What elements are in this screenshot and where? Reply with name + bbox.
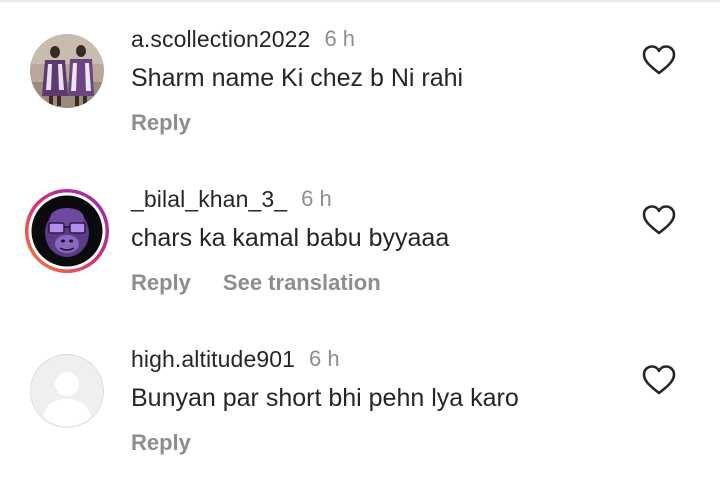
comment-time: 6 h xyxy=(324,26,356,51)
avatar[interactable] xyxy=(30,34,104,108)
heart-outline-icon[interactable] xyxy=(642,204,676,236)
comment-time: 6 h xyxy=(309,346,340,371)
reply-button[interactable]: Reply xyxy=(131,110,191,136)
comment-actions: Reply xyxy=(131,430,223,456)
comment-username[interactable]: high.altitude901 xyxy=(131,346,295,373)
comment-item: high.altitude901 6 h Bunyan par short bh… xyxy=(0,320,720,480)
comment-actions: Reply See translation xyxy=(131,270,413,296)
gorilla-avatar-icon xyxy=(25,189,109,273)
comment-header: high.altitude901 6 h xyxy=(131,344,340,374)
comment-text: Bunyan par short bhi pehn lya karo xyxy=(131,384,519,412)
reply-button[interactable]: Reply xyxy=(131,270,191,296)
comment-text: Sharm name Ki chez b Ni rahi xyxy=(131,64,464,92)
photo-avatar-icon xyxy=(30,34,104,108)
comment-item: _bilal_khan_3_ 6 h chars ka kamal babu b… xyxy=(0,160,720,320)
see-translation-button[interactable]: See translation xyxy=(223,270,381,296)
comment-item: a.scollection2022 6 h Sharm name Ki chez… xyxy=(0,0,720,160)
heart-outline-icon[interactable] xyxy=(642,44,676,76)
avatar[interactable] xyxy=(30,354,104,428)
comment-username[interactable]: _bilal_khan_3_ xyxy=(131,186,287,213)
comment-actions: Reply xyxy=(131,110,223,136)
avatar[interactable] xyxy=(24,188,110,274)
heart-outline-icon[interactable] xyxy=(642,364,676,396)
comment-header: _bilal_khan_3_ 6 h xyxy=(131,184,332,214)
comment-text: chars ka kamal babu byyaaa xyxy=(131,224,450,252)
default-user-avatar-icon xyxy=(30,354,104,428)
comment-username[interactable]: a.scollection2022 xyxy=(131,26,310,53)
comment-header: a.scollection2022 6 h xyxy=(131,24,355,54)
reply-button[interactable]: Reply xyxy=(131,430,191,456)
comment-time: 6 h xyxy=(301,186,332,211)
